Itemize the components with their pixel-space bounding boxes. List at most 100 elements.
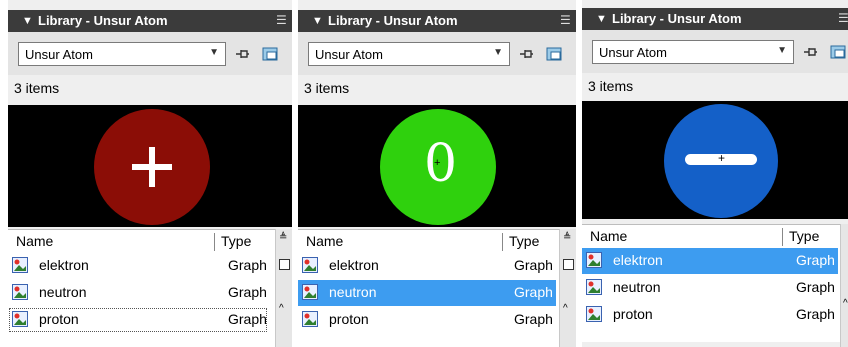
pin-library-icon[interactable] xyxy=(234,46,250,62)
library-panel-1: ▼ Library - Unsur Atom ☰ Unsur Atom ▼ 3 … xyxy=(8,0,292,347)
library-dropdown[interactable]: Unsur Atom ▼ xyxy=(592,40,794,64)
panel-menu-icon[interactable]: ☰ xyxy=(560,13,571,27)
crosshair-icon: + xyxy=(434,157,441,169)
scroll-up-icon[interactable]: ^ xyxy=(563,303,568,314)
item-type: Graph xyxy=(228,257,267,273)
item-count: 3 items xyxy=(14,80,60,96)
library-toolbar: Unsur Atom ▼ xyxy=(8,32,292,76)
collapse-triangle-icon[interactable]: ▼ xyxy=(312,15,323,27)
graphic-symbol-icon xyxy=(586,279,602,295)
new-library-panel-icon[interactable] xyxy=(262,46,278,62)
pin-library-icon[interactable] xyxy=(518,46,534,62)
column-header: Name Type xyxy=(582,224,848,248)
column-type-header[interactable]: Type xyxy=(214,233,251,251)
new-library-panel-icon[interactable] xyxy=(546,46,562,62)
sort-icon[interactable]: ≜ xyxy=(279,232,287,243)
item-type: Graph xyxy=(796,252,835,268)
library-dropdown[interactable]: Unsur Atom ▼ xyxy=(308,42,510,66)
item-count: 3 items xyxy=(588,78,634,94)
column-type-header[interactable]: Type xyxy=(502,233,539,251)
item-count: 3 items xyxy=(304,80,350,96)
chevron-down-icon: ▼ xyxy=(209,47,219,58)
library-item-list: elektron Graph neutron Graph proton Grap… xyxy=(298,251,576,347)
list-scrollbar[interactable]: ≜ ^ xyxy=(559,229,576,347)
item-name: proton xyxy=(613,306,653,322)
graphic-symbol-icon xyxy=(302,311,318,327)
new-library-panel-icon[interactable] xyxy=(830,44,846,60)
item-type: Graph xyxy=(228,311,267,327)
pin-library-icon[interactable] xyxy=(802,44,818,60)
item-name: neutron xyxy=(329,284,377,300)
column-name-header[interactable]: Name xyxy=(306,233,343,249)
item-name: proton xyxy=(329,311,369,327)
chevron-down-icon: ▼ xyxy=(493,47,503,58)
library-toolbar: Unsur Atom ▼ xyxy=(298,32,576,76)
sort-icon[interactable]: ≜ xyxy=(563,232,571,243)
panel-menu-icon[interactable]: ☰ xyxy=(838,11,848,25)
library-item-list: elektron Graph neutron Graph proton Grap… xyxy=(8,251,292,347)
symbol-preview: + xyxy=(582,101,848,219)
panel-titlebar[interactable]: ▼ Library - Unsur Atom ☰ xyxy=(298,10,576,32)
scroll-up-icon[interactable]: ^ xyxy=(279,303,284,314)
list-scrollbar[interactable]: ^ xyxy=(840,224,848,347)
graphic-symbol-icon xyxy=(302,257,318,273)
item-name: elektron xyxy=(329,257,379,273)
crosshair-icon: + xyxy=(718,151,726,165)
library-panel-2: ▼ Library - Unsur Atom ☰ Unsur Atom ▼ 3 … xyxy=(298,0,576,347)
column-header: Name Type xyxy=(8,229,292,253)
panel-title: Library - Unsur Atom xyxy=(38,13,168,28)
scroll-up-icon[interactable]: ^ xyxy=(843,298,848,309)
item-count-bar: 3 items xyxy=(298,75,576,103)
library-dropdown[interactable]: Unsur Atom ▼ xyxy=(18,42,226,66)
collapse-triangle-icon[interactable]: ▼ xyxy=(22,15,33,27)
list-item-selected[interactable]: elektron Graph xyxy=(582,248,838,274)
list-item[interactable]: elektron Graph xyxy=(8,253,268,279)
panel-title: Library - Unsur Atom xyxy=(612,11,742,26)
list-item[interactable]: neutron Graph xyxy=(582,275,838,301)
panel-title: Library - Unsur Atom xyxy=(328,13,458,28)
symbol-preview xyxy=(8,105,292,227)
item-type: Graph xyxy=(796,279,835,295)
item-type: Graph xyxy=(514,257,553,273)
list-item[interactable]: elektron Graph xyxy=(298,253,556,279)
chevron-down-icon: ▼ xyxy=(777,45,787,56)
list-scrollbar[interactable]: ≜ ^ xyxy=(275,229,292,347)
column-name-header[interactable]: Name xyxy=(590,228,627,244)
new-folder-icon[interactable] xyxy=(563,259,574,270)
library-dropdown-value: Unsur Atom xyxy=(315,47,383,62)
item-name: neutron xyxy=(613,279,661,295)
item-name: elektron xyxy=(39,257,89,273)
library-item-list: elektron Graph neutron Graph proton Grap… xyxy=(582,246,848,342)
library-dropdown-value: Unsur Atom xyxy=(599,45,667,60)
column-type-header[interactable]: Type xyxy=(782,228,819,246)
panel-titlebar[interactable]: ▼ Library - Unsur Atom ☰ xyxy=(8,10,292,32)
item-count-bar: 3 items xyxy=(8,75,292,103)
symbol-preview: 0 + xyxy=(298,105,576,227)
item-type: Graph xyxy=(514,284,553,300)
new-folder-icon[interactable] xyxy=(279,259,290,270)
graphic-symbol-icon xyxy=(12,257,28,273)
item-type: Graph xyxy=(228,284,267,300)
graphic-symbol-icon xyxy=(302,284,318,300)
list-item-selected[interactable]: neutron Graph xyxy=(298,280,556,306)
zero-symbol: 0 xyxy=(424,134,458,194)
list-item[interactable]: proton Graph xyxy=(582,302,838,328)
item-name: proton xyxy=(39,311,79,327)
plus-symbol-vertical xyxy=(149,147,155,187)
graphic-symbol-icon xyxy=(586,306,602,322)
list-item[interactable]: neutron Graph xyxy=(8,280,268,306)
graphic-symbol-icon xyxy=(12,311,28,327)
item-name: neutron xyxy=(39,284,87,300)
collapse-triangle-icon[interactable]: ▼ xyxy=(596,13,607,25)
graphic-symbol-icon xyxy=(12,284,28,300)
library-dropdown-value: Unsur Atom xyxy=(25,47,93,62)
item-name: elektron xyxy=(613,252,663,268)
panel-titlebar[interactable]: ▼ Library - Unsur Atom ☰ xyxy=(582,8,848,30)
list-item[interactable]: proton Graph xyxy=(8,307,268,333)
panel-menu-icon[interactable]: ☰ xyxy=(276,13,287,27)
item-count-bar: 3 items xyxy=(582,73,848,101)
library-panel-3: ▼ Library - Unsur Atom ☰ Unsur Atom ▼ 3 … xyxy=(582,0,848,347)
list-item[interactable]: proton Graph xyxy=(298,307,556,333)
column-name-header[interactable]: Name xyxy=(16,233,53,249)
library-toolbar: Unsur Atom ▼ xyxy=(582,30,848,74)
